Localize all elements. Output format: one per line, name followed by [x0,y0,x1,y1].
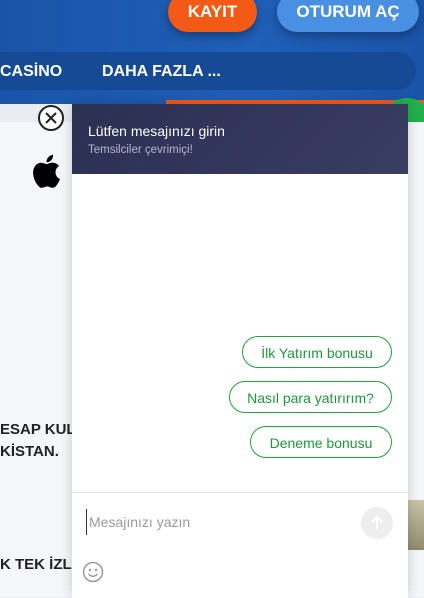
emoji-icon[interactable] [82,561,104,583]
chat-footer [72,492,408,598]
chat-title: Lütfen mesajınızı girin [88,123,225,139]
login-button[interactable]: OTURUM AÇ [277,0,419,32]
send-button[interactable] [361,507,393,539]
close-chat-button[interactable] [38,105,64,131]
background-text-2: KİSTAN. [0,443,59,460]
quick-reply-how-to-deposit[interactable]: Nasıl para yatırırım? [229,381,392,413]
close-icon [45,112,57,124]
nav-item-more[interactable]: DAHA FAZLA ... [102,52,221,90]
background-text-3: K TEK İZLE [0,556,82,573]
message-input[interactable] [86,509,361,535]
quick-reply-trial-bonus[interactable]: Deneme bonusu [250,426,392,458]
send-arrow-icon [371,515,383,529]
site-header: KAYIT OTURUM AÇ CASİNO DAHA FAZLA ... [0,0,424,104]
apple-icon [33,154,60,188]
chat-widget: Lütfen mesajınızı girin Temsilciler çevr… [72,104,408,598]
chat-status: Temsilciler çevrimiçi! [88,144,193,156]
quick-reply-first-deposit-bonus[interactable]: İlk Yatırım bonusu [242,336,392,368]
main-nav: CASİNO DAHA FAZLA ... [0,52,416,90]
chat-header: Lütfen mesajınızı girin Temsilciler çevr… [72,104,408,174]
nav-item-casino[interactable]: CASİNO [0,52,62,90]
register-button[interactable]: KAYIT [168,0,257,32]
